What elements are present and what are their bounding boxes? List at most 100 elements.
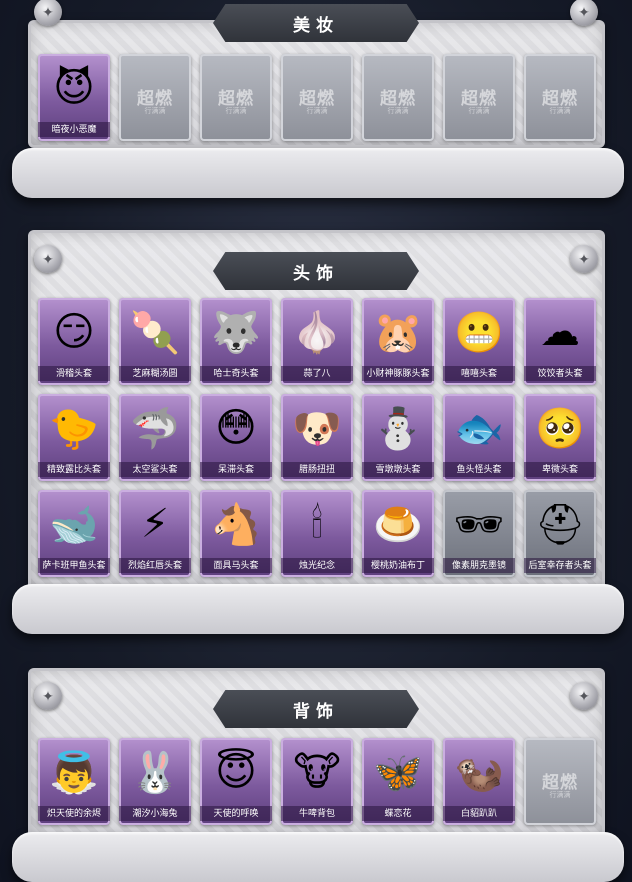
item-label: 蒜了八 bbox=[281, 366, 353, 381]
item-label: 萨卡班甲鱼头套 bbox=[38, 558, 110, 573]
flushed-face-icon: 😳 bbox=[215, 406, 257, 450]
item-card[interactable]: 🐶 腊肠扭扭 bbox=[281, 394, 353, 481]
fish-head-icon: 🐟 bbox=[454, 406, 504, 451]
watermark-sub: 行满满 bbox=[306, 108, 328, 115]
locked-item-slot[interactable]: 超燃 行满满 bbox=[200, 54, 272, 141]
cow-barrel-icon: 🐮 bbox=[293, 750, 341, 794]
watermark-sub: 行满满 bbox=[549, 108, 571, 115]
item-card[interactable]: 🐹 小财神豚豚头套 bbox=[362, 298, 434, 385]
item-label: 滑稽头套 bbox=[38, 366, 110, 381]
horse-icon: 🐴 bbox=[211, 502, 261, 547]
locked-item-slot[interactable]: 超燃 行满满 bbox=[443, 54, 515, 141]
husky-icon: 🐺 bbox=[211, 310, 261, 355]
watermark-sub: 行满满 bbox=[144, 108, 166, 115]
item-card[interactable]: 😬 嘻嘻头套 bbox=[443, 298, 515, 385]
item-label: 樱桃奶油布丁 bbox=[362, 558, 434, 573]
item-card[interactable]: 🐤 精致露比头套 bbox=[38, 394, 110, 481]
item-card[interactable]: ⛄ 雪墩墩头套 bbox=[362, 394, 434, 481]
item-card[interactable]: 🍮 樱桃奶油布丁 bbox=[362, 490, 434, 577]
item-card[interactable]: 🍡 芝麻糊汤圆 bbox=[119, 298, 191, 385]
cloud-face-icon: ☁ bbox=[540, 310, 580, 354]
locked-item-slot[interactable]: 超燃 行满满 bbox=[524, 54, 596, 141]
item-card[interactable]: 😏 滑稽头套 bbox=[38, 298, 110, 385]
dachshund-icon: 🐶 bbox=[292, 406, 342, 451]
item-card[interactable]: 👼 炽天使的余烬 bbox=[38, 738, 110, 825]
shark-icon: 🦈 bbox=[130, 406, 180, 451]
watermark-sub: 行满满 bbox=[387, 108, 409, 115]
sea-rabbit-icon: 🐰 bbox=[130, 750, 180, 795]
item-card[interactable]: 🦈 太空鲨头套 bbox=[119, 394, 191, 481]
item-card[interactable]: 🕶 像素朋克墨镜 bbox=[443, 490, 515, 577]
snowman-icon: ⛄ bbox=[373, 406, 423, 451]
item-label: 嘻嘻头套 bbox=[443, 366, 515, 381]
item-card[interactable]: 😈 暗夜小恶魔 bbox=[38, 54, 110, 141]
fish-icon: 🐋 bbox=[49, 502, 99, 547]
item-card[interactable]: 🐋 萨卡班甲鱼头套 bbox=[38, 490, 110, 577]
item-label: 芝麻糊汤圆 bbox=[119, 366, 191, 381]
locked-item-slot[interactable]: 超燃 行满满 bbox=[281, 54, 353, 141]
angel-girl-icon: 👼 bbox=[49, 750, 99, 795]
item-card[interactable]: 🦦 白貂趴趴 bbox=[443, 738, 515, 825]
headwear-banner: 头饰 bbox=[0, 252, 632, 290]
item-label: 蝶恋花 bbox=[362, 806, 434, 821]
item-label: 卑微头套 bbox=[524, 462, 596, 477]
watermark-sub: 行满满 bbox=[225, 108, 247, 115]
item-label: 暗夜小恶魔 bbox=[38, 122, 110, 137]
watermark-sub: 行满满 bbox=[468, 108, 490, 115]
item-label: 后室幸存者头套 bbox=[524, 558, 596, 573]
candle-head-icon: 🕯 bbox=[311, 501, 323, 546]
angel-boy-icon: 😇 bbox=[215, 750, 257, 794]
item-card[interactable]: 🥺 卑微头套 bbox=[524, 394, 596, 481]
medal-icon: ✦ bbox=[34, 245, 62, 273]
item-card[interactable]: 🦋 蝶恋花 bbox=[362, 738, 434, 825]
locked-item-slot[interactable]: 超燃 行满满 bbox=[362, 54, 434, 141]
headwear-section-title: 头饰 bbox=[213, 252, 419, 290]
item-card[interactable]: 🐺 哈士奇头套 bbox=[200, 298, 272, 385]
backwear-panel-scroll bbox=[12, 832, 624, 882]
capybara-icon: 🐹 bbox=[373, 310, 423, 355]
item-card[interactable]: 🐮 牛啤背包 bbox=[281, 738, 353, 825]
item-label: 炽天使的余烬 bbox=[38, 806, 110, 821]
item-card[interactable]: 🕯 烛光纪念 bbox=[281, 490, 353, 577]
item-card[interactable]: 🐟 鱼头怪头套 bbox=[443, 394, 515, 481]
item-label: 白貂趴趴 bbox=[443, 806, 515, 821]
makeup-banner: 美妆 bbox=[0, 4, 632, 42]
item-card[interactable]: ☁ 饺饺者头套 bbox=[524, 298, 596, 385]
pudding-icon: 🍮 bbox=[373, 502, 423, 547]
item-label: 像素朋克墨镜 bbox=[443, 558, 515, 573]
item-label: 腊肠扭扭 bbox=[281, 462, 353, 477]
item-label: 精致露比头套 bbox=[38, 462, 110, 477]
sad-face-icon: 🥺 bbox=[535, 406, 585, 451]
item-label: 小财神豚豚头套 bbox=[362, 366, 434, 381]
medal-icon: ✦ bbox=[570, 245, 598, 273]
item-label: 雪墩墩头套 bbox=[362, 462, 434, 477]
item-card[interactable]: 😇 天使的呼唤 bbox=[200, 738, 272, 825]
watermark-sub: 行满满 bbox=[549, 792, 571, 799]
item-label: 鱼头怪头套 bbox=[443, 462, 515, 477]
item-label: 太空鲨头套 bbox=[119, 462, 191, 477]
item-label: 呆滞头套 bbox=[200, 462, 272, 477]
pink-bird-icon: 🐤 bbox=[49, 406, 99, 451]
item-label: 烛光纪念 bbox=[281, 558, 353, 573]
item-card[interactable]: 😳 呆滞头套 bbox=[200, 394, 272, 481]
item-card[interactable]: ⛑ 后室幸存者头套 bbox=[524, 490, 596, 577]
pikachu-icon: ⚡ bbox=[140, 502, 170, 546]
locked-item-slot[interactable]: 超燃 行满满 bbox=[524, 738, 596, 825]
item-card[interactable]: ⚡ 烈焰红唇头套 bbox=[119, 490, 191, 577]
item-label: 哈士奇头套 bbox=[200, 366, 272, 381]
item-card[interactable]: 🧄 蒜了八 bbox=[281, 298, 353, 385]
item-card[interactable]: 🐰 潮汐小海兔 bbox=[119, 738, 191, 825]
item-label: 面具马头套 bbox=[200, 558, 272, 573]
garlic-icon: 🧄 bbox=[292, 310, 342, 355]
item-card[interactable]: 🐴 面具马头套 bbox=[200, 490, 272, 577]
medal-icon: ✦ bbox=[34, 682, 62, 710]
pixel-sunglasses-icon: 🕶 bbox=[453, 502, 505, 547]
medal-icon: ✦ bbox=[570, 682, 598, 710]
item-label: 天使的呼唤 bbox=[200, 806, 272, 821]
flower-wreath-icon: 🦋 bbox=[373, 750, 423, 795]
dumpling-icon: 🍡 bbox=[130, 310, 180, 355]
item-label: 牛啤背包 bbox=[281, 806, 353, 821]
backwear-section-title: 背饰 bbox=[213, 690, 419, 728]
gas-mask-icon: ⛑ bbox=[534, 502, 586, 547]
locked-item-slot[interactable]: 超燃 行满满 bbox=[119, 54, 191, 141]
